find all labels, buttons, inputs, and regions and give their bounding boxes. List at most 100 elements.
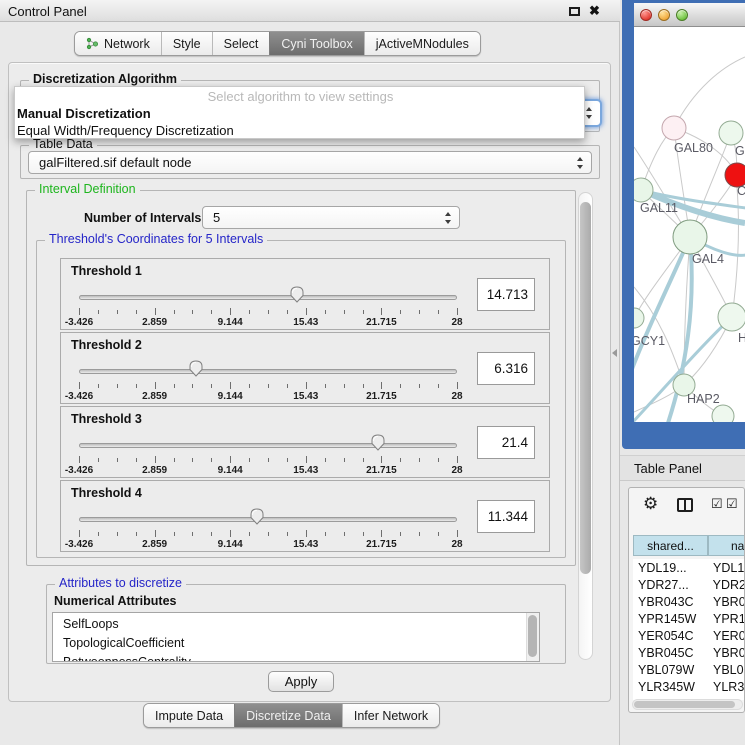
attributes-scrollbar-thumb[interactable] bbox=[528, 615, 537, 657]
network-node[interactable] bbox=[718, 303, 745, 331]
slider-handle[interactable] bbox=[249, 508, 264, 525]
gear-icon[interactable]: ⚙ bbox=[643, 494, 658, 514]
zoom-traffic-light-icon[interactable] bbox=[676, 9, 688, 21]
network-node[interactable] bbox=[712, 405, 734, 422]
number-of-intervals-value: 5 bbox=[213, 210, 220, 225]
tick-label: 9.144 bbox=[218, 539, 243, 550]
threshold-slider[interactable]: -3.4262.8599.14415.4321.71528 bbox=[79, 281, 457, 327]
table-row[interactable]: YDL19...YDL1 bbox=[633, 559, 745, 576]
slider-track[interactable] bbox=[79, 517, 457, 522]
network-node[interactable] bbox=[662, 116, 686, 140]
column-header[interactable]: shared... bbox=[633, 535, 708, 556]
tick-mark bbox=[230, 382, 231, 389]
threshold-slider[interactable]: -3.4262.8599.14415.4321.71528 bbox=[79, 429, 457, 475]
slider-handle[interactable] bbox=[290, 286, 305, 303]
tick-label: -3.426 bbox=[65, 539, 93, 550]
tab-jactivemnodules[interactable]: jActiveMNodules bbox=[364, 32, 480, 55]
tick-mark bbox=[174, 532, 175, 536]
tick-label: 28 bbox=[451, 465, 462, 476]
tick-mark bbox=[325, 384, 326, 388]
checkbox-icon[interactable]: ☑ bbox=[711, 496, 723, 512]
apply-button[interactable]: Apply bbox=[268, 671, 334, 692]
network-window-titlebar[interactable] bbox=[634, 3, 745, 27]
tab-infer-network[interactable]: Infer Network bbox=[342, 704, 439, 727]
table-row[interactable]: YPR145WYPR1 bbox=[633, 610, 745, 627]
tick-mark bbox=[230, 456, 231, 463]
table-row[interactable]: YBL079WYBL0 bbox=[633, 661, 745, 678]
network-canvas[interactable]: GAL80GCGAL11GAL4GCY1HHAP2 bbox=[634, 27, 745, 422]
number-of-intervals-label: Number of Intervals bbox=[84, 211, 201, 225]
attribute-item[interactable]: BetweennessCentrality bbox=[63, 653, 539, 662]
group-title: Table Data bbox=[29, 137, 97, 151]
tick-mark bbox=[79, 382, 80, 389]
node-label: HAP2 bbox=[687, 392, 720, 406]
threshold-label: Threshold 2 bbox=[71, 338, 142, 352]
tick-mark bbox=[363, 458, 364, 462]
table-hscrollbar-thumb[interactable] bbox=[634, 701, 735, 708]
slider-track[interactable] bbox=[79, 369, 457, 374]
attributes-list[interactable]: SelfLoopsTopologicalCoefficientBetweenne… bbox=[52, 612, 540, 662]
attribute-item[interactable]: SelfLoops bbox=[63, 615, 539, 634]
table-row[interactable]: YBR043CYBR0 bbox=[633, 593, 745, 610]
numerical-attributes-label: Numerical Attributes bbox=[54, 594, 176, 608]
network-edge[interactable] bbox=[674, 57, 745, 128]
tab-style[interactable]: Style bbox=[161, 32, 212, 55]
network-node[interactable] bbox=[719, 121, 743, 145]
threshold-value-field[interactable]: 11.344 bbox=[477, 500, 535, 533]
group-title: Threshold's Coordinates for 5 Intervals bbox=[45, 232, 267, 246]
threshold-value-field[interactable]: 14.713 bbox=[477, 278, 535, 311]
tick-mark bbox=[287, 384, 288, 388]
threshold-value-field[interactable]: 21.4 bbox=[477, 426, 535, 459]
slider-ticks bbox=[79, 530, 457, 537]
tab-impute-data[interactable]: Impute Data bbox=[144, 704, 234, 727]
threshold-label: Threshold 3 bbox=[71, 412, 142, 426]
network-node[interactable] bbox=[673, 220, 707, 254]
number-of-intervals-combobox[interactable]: 5 bbox=[202, 206, 460, 229]
close-traffic-light-icon[interactable] bbox=[640, 9, 652, 21]
float-panel-icon[interactable] bbox=[569, 7, 580, 16]
slider-handle[interactable] bbox=[370, 434, 385, 451]
algorithm-option[interactable]: Select algorithm to view settings bbox=[15, 88, 584, 105]
table-cell: YLR345W bbox=[633, 680, 709, 694]
attribute-item[interactable]: TopologicalCoefficient bbox=[63, 634, 539, 653]
tick-label: 15.43 bbox=[293, 317, 318, 328]
threshold-value-field[interactable]: 6.316 bbox=[477, 352, 535, 385]
tick-mark bbox=[79, 530, 80, 537]
table-row[interactable]: YDR27...YDR2 bbox=[633, 576, 745, 593]
column-layout-icon[interactable] bbox=[677, 498, 693, 512]
main-scrollbar-thumb[interactable] bbox=[580, 202, 591, 574]
slider-track[interactable] bbox=[79, 295, 457, 300]
tick-mark bbox=[381, 530, 382, 537]
table-row[interactable]: YER054CYER0 bbox=[633, 627, 745, 644]
tick-mark bbox=[400, 384, 401, 388]
tick-mark bbox=[117, 384, 118, 388]
table-data-combobox[interactable]: galFiltered.sif default node bbox=[28, 151, 592, 174]
tab-discretize-data[interactable]: Discretize Data bbox=[234, 704, 342, 727]
network-node[interactable] bbox=[634, 308, 644, 328]
tick-mark bbox=[419, 532, 420, 536]
column-header[interactable]: name bbox=[708, 535, 745, 556]
table-row[interactable]: YLR345WYLR3 bbox=[633, 678, 745, 695]
tick-mark bbox=[174, 310, 175, 314]
tick-mark bbox=[457, 530, 458, 537]
tab-select[interactable]: Select bbox=[212, 32, 270, 55]
slider-handle[interactable] bbox=[189, 360, 204, 377]
tab-network[interactable]: Network bbox=[75, 32, 161, 55]
threshold-slider[interactable]: -3.4262.8599.14415.4321.71528 bbox=[79, 355, 457, 401]
threshold-slider[interactable]: -3.4262.8599.14415.4321.71528 bbox=[79, 503, 457, 549]
table-row[interactable]: YBR045CYBR0 bbox=[633, 644, 745, 661]
slider-track[interactable] bbox=[79, 443, 457, 448]
tick-mark bbox=[249, 532, 250, 536]
checkbox-icon[interactable]: ☑ bbox=[726, 496, 738, 512]
tick-label: 2.859 bbox=[142, 317, 167, 328]
tick-mark bbox=[287, 532, 288, 536]
algorithm-option[interactable]: Equal Width/Frequency Discretization bbox=[15, 122, 584, 139]
minimize-traffic-light-icon[interactable] bbox=[658, 9, 670, 21]
splitter-arrow-icon[interactable] bbox=[612, 349, 617, 357]
tab-cyni-toolbox[interactable]: Cyni Toolbox bbox=[269, 32, 363, 55]
tick-label: -3.426 bbox=[65, 465, 93, 476]
network-node[interactable] bbox=[634, 178, 653, 202]
tick-mark bbox=[400, 458, 401, 462]
algorithm-option[interactable]: Manual Discretization bbox=[15, 105, 584, 122]
close-icon[interactable]: ✖ bbox=[589, 3, 600, 19]
